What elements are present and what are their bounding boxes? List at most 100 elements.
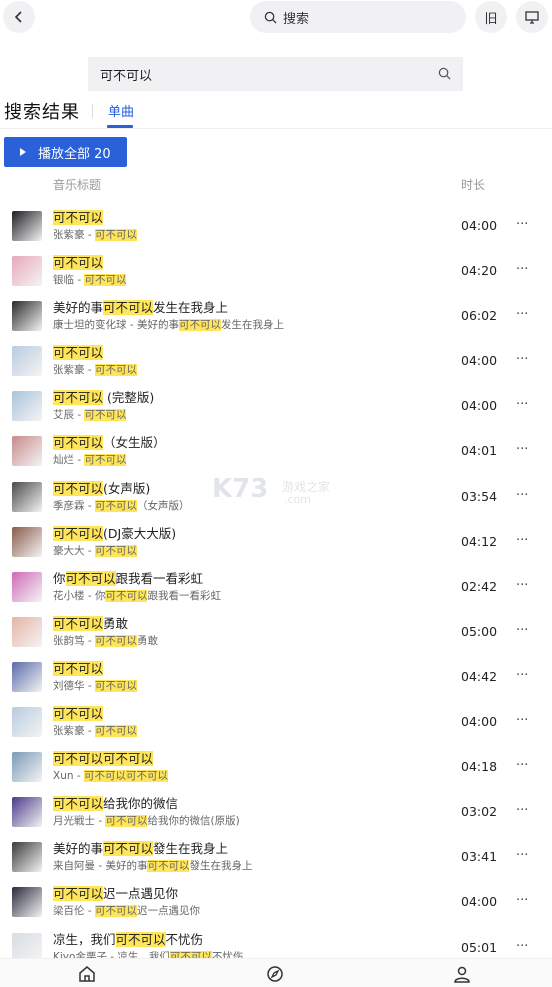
- more-options-icon[interactable]: ···: [516, 352, 528, 367]
- song-row[interactable]: 可不可以勇敢 张韵笃 - 可不可以勇敢 05:00 ···: [0, 609, 552, 654]
- song-artist-line: 梁百伦 - 可不可以迟一点遇见你: [53, 904, 200, 918]
- tab-single[interactable]: 单曲: [108, 101, 134, 120]
- song-row[interactable]: 可不可以 张紫豪 - 可不可以 04:00 ···: [0, 699, 552, 744]
- more-options-icon[interactable]: ···: [516, 533, 528, 548]
- search-pill[interactable]: 搜索: [250, 1, 466, 33]
- more-options-icon[interactable]: ···: [516, 668, 528, 683]
- song-title: 美好的事可不可以发生在我身上: [53, 299, 228, 316]
- song-row[interactable]: 可不可以 银临 - 可不可以 04:20 ···: [0, 248, 552, 293]
- more-options-icon[interactable]: ···: [516, 803, 528, 818]
- query-highlight: 可不可以: [103, 300, 154, 316]
- more-options-icon[interactable]: ···: [516, 307, 528, 322]
- song-row[interactable]: 美好的事可不可以發生在我身上 来自阿曼 - 美好的事可不可以發生在我身上 03:41…: [0, 834, 552, 879]
- song-row[interactable]: 可不可以可不可以 Xun - 可不可以可不可以 04:18 ···: [0, 744, 552, 789]
- more-options-icon[interactable]: ···: [516, 488, 528, 503]
- text-segment: (完整版): [103, 390, 155, 406]
- header-divider: [0, 128, 552, 129]
- song-title: 可不可以（女生版）: [53, 434, 166, 451]
- text-segment: 艾辰 -: [53, 409, 85, 422]
- screen-button[interactable]: [516, 1, 548, 33]
- query-highlight: 可不可以: [94, 725, 137, 738]
- query-highlight: 可不可以: [115, 931, 166, 947]
- song-row[interactable]: 可不可以 张紫豪 - 可不可以 04:00 ···: [0, 203, 552, 248]
- song-title: 美好的事可不可以發生在我身上: [53, 840, 228, 857]
- query-highlight: 可不可以: [84, 454, 127, 467]
- more-options-icon[interactable]: ···: [516, 217, 528, 232]
- chevron-left-icon: [14, 11, 22, 23]
- song-row[interactable]: 可不可以 刘德华 - 可不可以 04:42 ···: [0, 654, 552, 699]
- song-row[interactable]: 可不可以给我你的微信 月光戦士 - 可不可以给我你的微信(原版) 03:02 ···: [0, 789, 552, 834]
- more-options-icon[interactable]: ···: [516, 397, 528, 412]
- user-icon[interactable]: [453, 965, 471, 983]
- song-row[interactable]: 美好的事可不可以发生在我身上 康士坦的变化球 - 美好的事可不可以发生在我身上 06…: [0, 293, 552, 338]
- song-row[interactable]: 可不可以(DJ豪大大版) 豪大大 - 可不可以 04:12 ···: [0, 519, 552, 564]
- song-artist-line: 艾辰 - 可不可以: [53, 408, 127, 422]
- song-title: 可不可以: [53, 344, 104, 361]
- more-options-icon[interactable]: ···: [516, 758, 528, 773]
- more-options-icon[interactable]: ···: [516, 578, 528, 593]
- song-duration: 04:42: [461, 668, 498, 684]
- more-options-icon[interactable]: ···: [516, 623, 528, 638]
- query-highlight: 可不可以: [53, 255, 104, 271]
- home-icon[interactable]: [78, 965, 96, 983]
- song-artist-line: 张紫豪 - 可不可以: [53, 228, 137, 242]
- query-highlight: 可不可以: [147, 860, 190, 873]
- text-segment: 你: [53, 570, 66, 586]
- play-all-label: 播放全部 20: [38, 146, 111, 162]
- play-all-button[interactable]: 播放全部 20: [4, 137, 127, 167]
- text-segment: 跟我看一看彩虹: [115, 570, 204, 586]
- song-duration: 04:00: [461, 353, 498, 369]
- song-title: 可不可以: [53, 209, 104, 226]
- song-row[interactable]: 可不可以 (完整版) 艾辰 - 可不可以 04:00 ···: [0, 383, 552, 428]
- query-highlight: 可不可以: [94, 544, 137, 557]
- back-button[interactable]: [3, 1, 35, 33]
- song-artist-line: 灿烂 - 可不可以: [53, 453, 127, 467]
- more-options-icon[interactable]: ···: [516, 848, 528, 863]
- album-cover: [12, 571, 42, 602]
- song-row[interactable]: 可不可以 张紫豪 - 可不可以 04:00 ···: [0, 338, 552, 383]
- query-highlight: 可不可以: [53, 796, 104, 812]
- more-options-icon[interactable]: ···: [516, 442, 528, 457]
- text-segment: 张紫豪 -: [53, 725, 95, 738]
- query-highlight: 可不可以: [84, 274, 127, 287]
- query-highlight: 可不可以: [53, 435, 104, 451]
- song-title: 可不可以 (完整版): [53, 389, 154, 406]
- album-cover: [12, 797, 42, 828]
- monitor-icon: [525, 10, 539, 24]
- text-segment: 康士坦的变化球 - 美好的事: [53, 319, 179, 332]
- text-segment: 跟我看一看彩虹: [147, 589, 221, 602]
- song-row[interactable]: 可不可以迟一点遇见你 梁百伦 - 可不可以迟一点遇见你 04:00 ···: [0, 879, 552, 924]
- song-title: 可不可以可不可以: [53, 750, 154, 767]
- watermark-brand: K73: [212, 474, 269, 504]
- song-title: 你可不可以跟我看一看彩虹: [53, 570, 203, 587]
- song-title: 可不可以: [53, 254, 104, 271]
- song-row[interactable]: 你可不可以跟我看一看彩虹 花小楼 - 你可不可以跟我看一看彩虹 02:42 ···: [0, 564, 552, 609]
- search-box: [88, 57, 463, 91]
- bottom-nav: [0, 958, 552, 987]
- query-highlight: 可不可以: [105, 815, 148, 828]
- legacy-version-button[interactable]: 旧: [475, 1, 507, 33]
- query-highlight: 可不可以: [103, 841, 154, 857]
- compass-icon[interactable]: [266, 965, 284, 983]
- song-row[interactable]: 可不可以（女生版） 灿烂 - 可不可以 04:01 ···: [0, 428, 552, 473]
- more-options-icon[interactable]: ···: [516, 262, 528, 277]
- text-segment: (女声版): [103, 480, 151, 496]
- text-segment: （女声版）: [136, 499, 190, 512]
- song-duration: 04:01: [461, 443, 498, 459]
- song-duration: 05:01: [461, 939, 498, 955]
- search-icon[interactable]: [438, 67, 451, 80]
- query-highlight: 可不可以: [178, 319, 221, 332]
- album-cover: [12, 436, 42, 467]
- more-options-icon[interactable]: ···: [516, 893, 528, 908]
- song-artist-line: 季彦霖 - 可不可以（女声版）: [53, 499, 189, 513]
- more-options-icon[interactable]: ···: [516, 939, 528, 954]
- album-cover: [12, 707, 42, 738]
- song-artist-line: 张紫豪 - 可不可以: [53, 724, 137, 738]
- query-highlight: 可不可以: [84, 409, 127, 422]
- more-options-icon[interactable]: ···: [516, 713, 528, 728]
- text-segment: （女生版）: [103, 435, 166, 451]
- search-input[interactable]: [100, 66, 420, 82]
- text-segment: 刘德华 -: [53, 679, 95, 692]
- song-duration: 04:00: [461, 714, 498, 730]
- song-duration: 06:02: [461, 308, 498, 324]
